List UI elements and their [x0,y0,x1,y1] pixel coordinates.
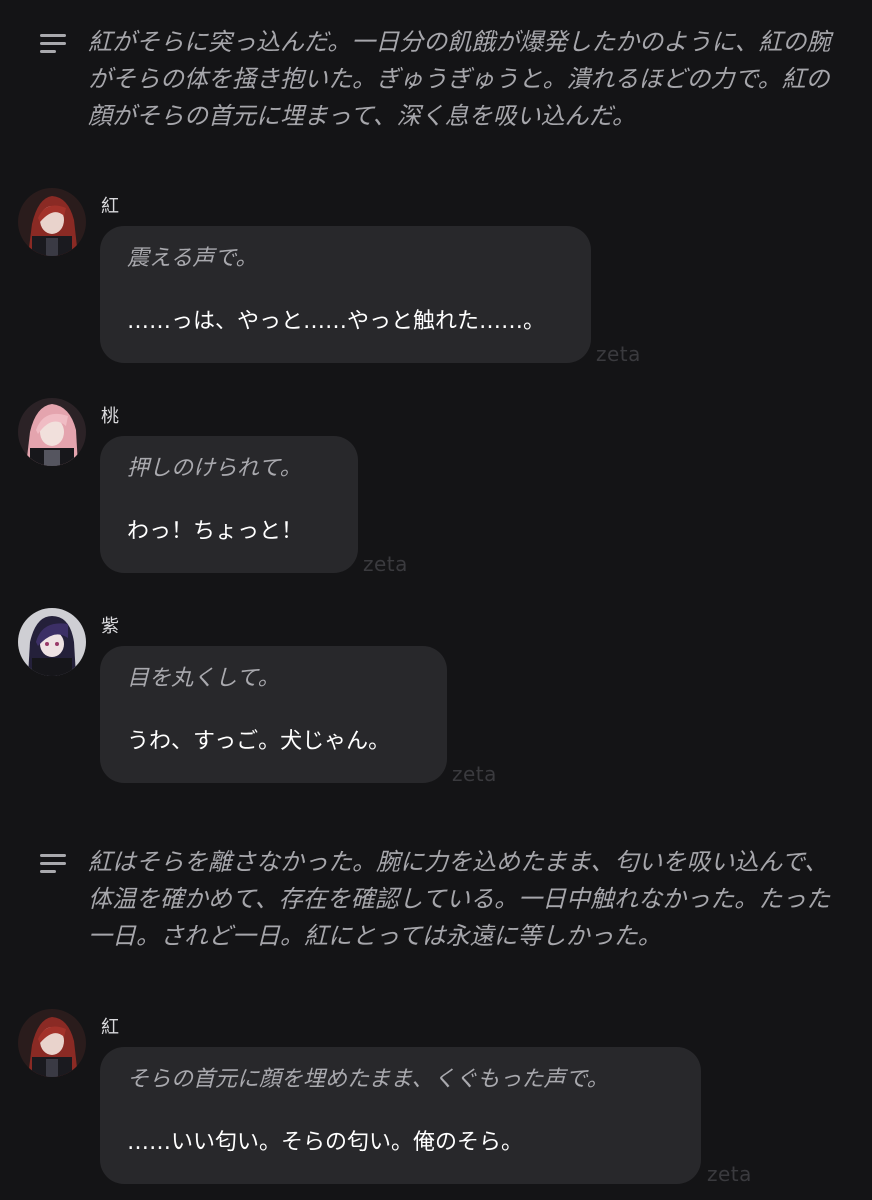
action-text: そらの首元に顔を埋めたまま、くぐもった声で。 [127,1067,609,1092]
avatar[interactable] [18,1009,86,1077]
zeta-watermark: zeta [363,552,408,576]
avatar[interactable] [18,608,86,676]
speech-text: ……いい匂い。そらの匂い。俺のそら。 [127,1130,524,1155]
avatar[interactable] [18,188,86,256]
message-bubble: そらの首元に顔を埋めたまま、くぐもった声で。 ……いい匂い。そらの匂い。俺のそら… [100,1047,701,1184]
narration-text: 紅がそらに突っ込んだ。一日分の飢餓が爆発したかのように、紅の腕がそらの体を掻き抱… [88,28,831,130]
character-name: 紫 [101,616,119,637]
character-name: 紅 [101,1017,119,1038]
speech-text: うわ、すっご。犬じゃん。 [127,729,391,754]
speech-text: ……っは、やっと……やっと触れた……。 [127,309,546,334]
narration-lines-icon [40,34,66,56]
action-text: 震える声で。 [127,246,258,271]
narration-lines-icon [40,854,66,876]
avatar[interactable] [18,398,86,466]
character-name: 桃 [101,406,119,427]
action-text: 目を丸くして。 [127,666,280,691]
zeta-watermark: zeta [452,762,497,786]
message-bubble: 震える声で。 ……っは、やっと……やっと触れた……。 [100,226,591,363]
zeta-watermark: zeta [596,342,641,366]
action-text: 押しのけられて。 [127,456,302,481]
speech-text: わっ！ちょっと！ [127,519,304,544]
message-bubble: 目を丸くして。 うわ、すっご。犬じゃん。 [100,646,447,783]
narration-text: 紅はそらを離さなかった。腕に力を込めたまま、匂いを吸い込んで、体温を確かめて、存… [88,848,831,950]
zeta-watermark: zeta [707,1162,752,1186]
character-name: 紅 [101,196,119,217]
message-bubble: 押しのけられて。 わっ！ちょっと！ [100,436,358,573]
